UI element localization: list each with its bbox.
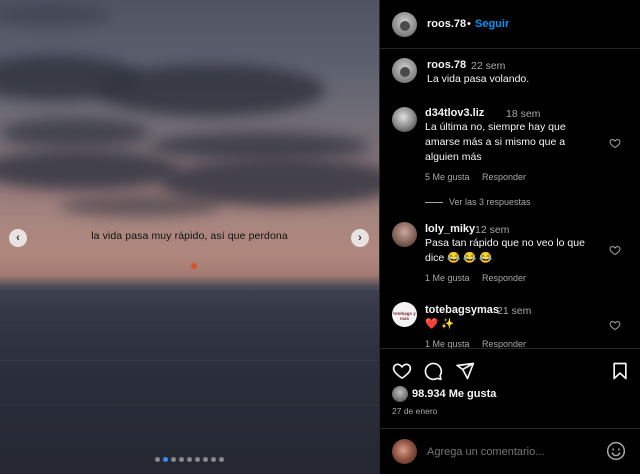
carousel-dot xyxy=(163,457,168,462)
post-date[interactable]: 27 de enero xyxy=(392,406,437,416)
post-author-username[interactable]: roos.78 xyxy=(427,18,466,30)
media-caption: la vida pasa muy rápido, así que perdona xyxy=(91,230,288,242)
carousel-dot xyxy=(171,457,176,462)
cloud xyxy=(150,132,370,160)
post-media[interactable]: la vida pasa muy rápido, así que perdona… xyxy=(0,0,379,474)
comment-likes[interactable]: 1 Me gusta xyxy=(425,339,470,348)
comment-likes[interactable]: 5 Me gusta xyxy=(425,172,470,182)
heart-icon[interactable] xyxy=(609,244,621,256)
view-replies-button[interactable]: Ver las 3 respuestas xyxy=(449,197,531,207)
reply-button[interactable]: Responder xyxy=(482,172,526,182)
avatar-logo-text: totebags y más xyxy=(393,311,416,321)
bookmark-icon[interactable] xyxy=(610,361,630,381)
comment-input[interactable] xyxy=(427,446,597,458)
horizon-line xyxy=(0,288,379,290)
comment-time: 22 sem xyxy=(471,60,506,72)
add-comment-bar xyxy=(380,428,640,474)
carousel-dot xyxy=(211,457,216,462)
separator-dot: • xyxy=(467,18,471,30)
comment-time: 18 sem xyxy=(506,108,541,120)
avatar[interactable] xyxy=(392,386,408,402)
carousel-dot xyxy=(155,457,160,462)
avatar[interactable]: totebags y más xyxy=(392,302,417,327)
chevron-right-icon: › xyxy=(358,232,362,244)
comment-username[interactable]: d34tlov3.liz xyxy=(425,107,484,119)
post-actions: 98.934 Me gusta 27 de enero xyxy=(380,348,640,422)
heart-icon[interactable] xyxy=(609,137,621,149)
comment-username[interactable]: roos.78 xyxy=(427,59,466,71)
comment-text: La última no, siempre hay que amarse más… xyxy=(425,121,566,163)
carousel-dot xyxy=(219,457,224,462)
sea-ripple xyxy=(0,405,379,406)
avatar[interactable] xyxy=(392,107,417,132)
cloud xyxy=(95,64,325,116)
avatar[interactable] xyxy=(392,12,417,37)
comment-text: La vida pasa volando. xyxy=(427,73,530,85)
comment-username[interactable]: totebagsymas xyxy=(425,304,499,316)
carousel-dot xyxy=(203,457,208,462)
chevron-left-icon: ‹ xyxy=(16,232,20,244)
cloud xyxy=(0,118,150,148)
comment-text: Pasa tan rápido que no veo lo que dice 😂… xyxy=(425,237,585,264)
post-side-panel: roos.78 • Seguir roos.78 22 sem La vida … xyxy=(379,0,640,474)
reply-button[interactable]: Responder xyxy=(482,339,526,348)
carousel-dot xyxy=(179,457,184,462)
carousel-next-button[interactable]: › xyxy=(351,229,369,247)
cloud xyxy=(0,5,110,25)
carousel-dot xyxy=(195,457,200,462)
comments-list[interactable]: roos.78 22 sem La vida pasa volando. d34… xyxy=(380,50,640,348)
emoji-icon[interactable] xyxy=(606,441,626,461)
sea-ripple xyxy=(0,320,379,321)
post-header: roos.78 • Seguir xyxy=(380,0,640,49)
cloud xyxy=(60,195,220,217)
share-icon[interactable] xyxy=(455,361,475,381)
carousel-indicator xyxy=(155,457,224,462)
avatar[interactable] xyxy=(392,58,417,83)
reply-button[interactable]: Responder xyxy=(482,273,526,283)
comment-time: 12 sem xyxy=(475,224,510,236)
comment-username[interactable]: loly_miky xyxy=(425,223,475,235)
sea-ripple xyxy=(0,360,379,361)
cloud xyxy=(0,150,180,190)
carousel-prev-button[interactable]: ‹ xyxy=(9,229,27,247)
avatar xyxy=(392,439,417,464)
heart-icon[interactable] xyxy=(609,319,621,331)
likes-count[interactable]: 98.934 Me gusta xyxy=(412,388,496,400)
comment-time: 21 sem xyxy=(497,305,532,317)
divider xyxy=(425,202,443,203)
carousel-dot xyxy=(187,457,192,462)
sun-dot xyxy=(191,263,197,269)
comment-text: ❤️ ✨ xyxy=(425,318,455,330)
comment-likes[interactable]: 1 Me gusta xyxy=(425,273,470,283)
comment-icon[interactable] xyxy=(423,361,443,381)
avatar[interactable] xyxy=(392,222,417,247)
heart-icon[interactable] xyxy=(392,361,412,381)
follow-button[interactable]: Seguir xyxy=(475,18,509,30)
